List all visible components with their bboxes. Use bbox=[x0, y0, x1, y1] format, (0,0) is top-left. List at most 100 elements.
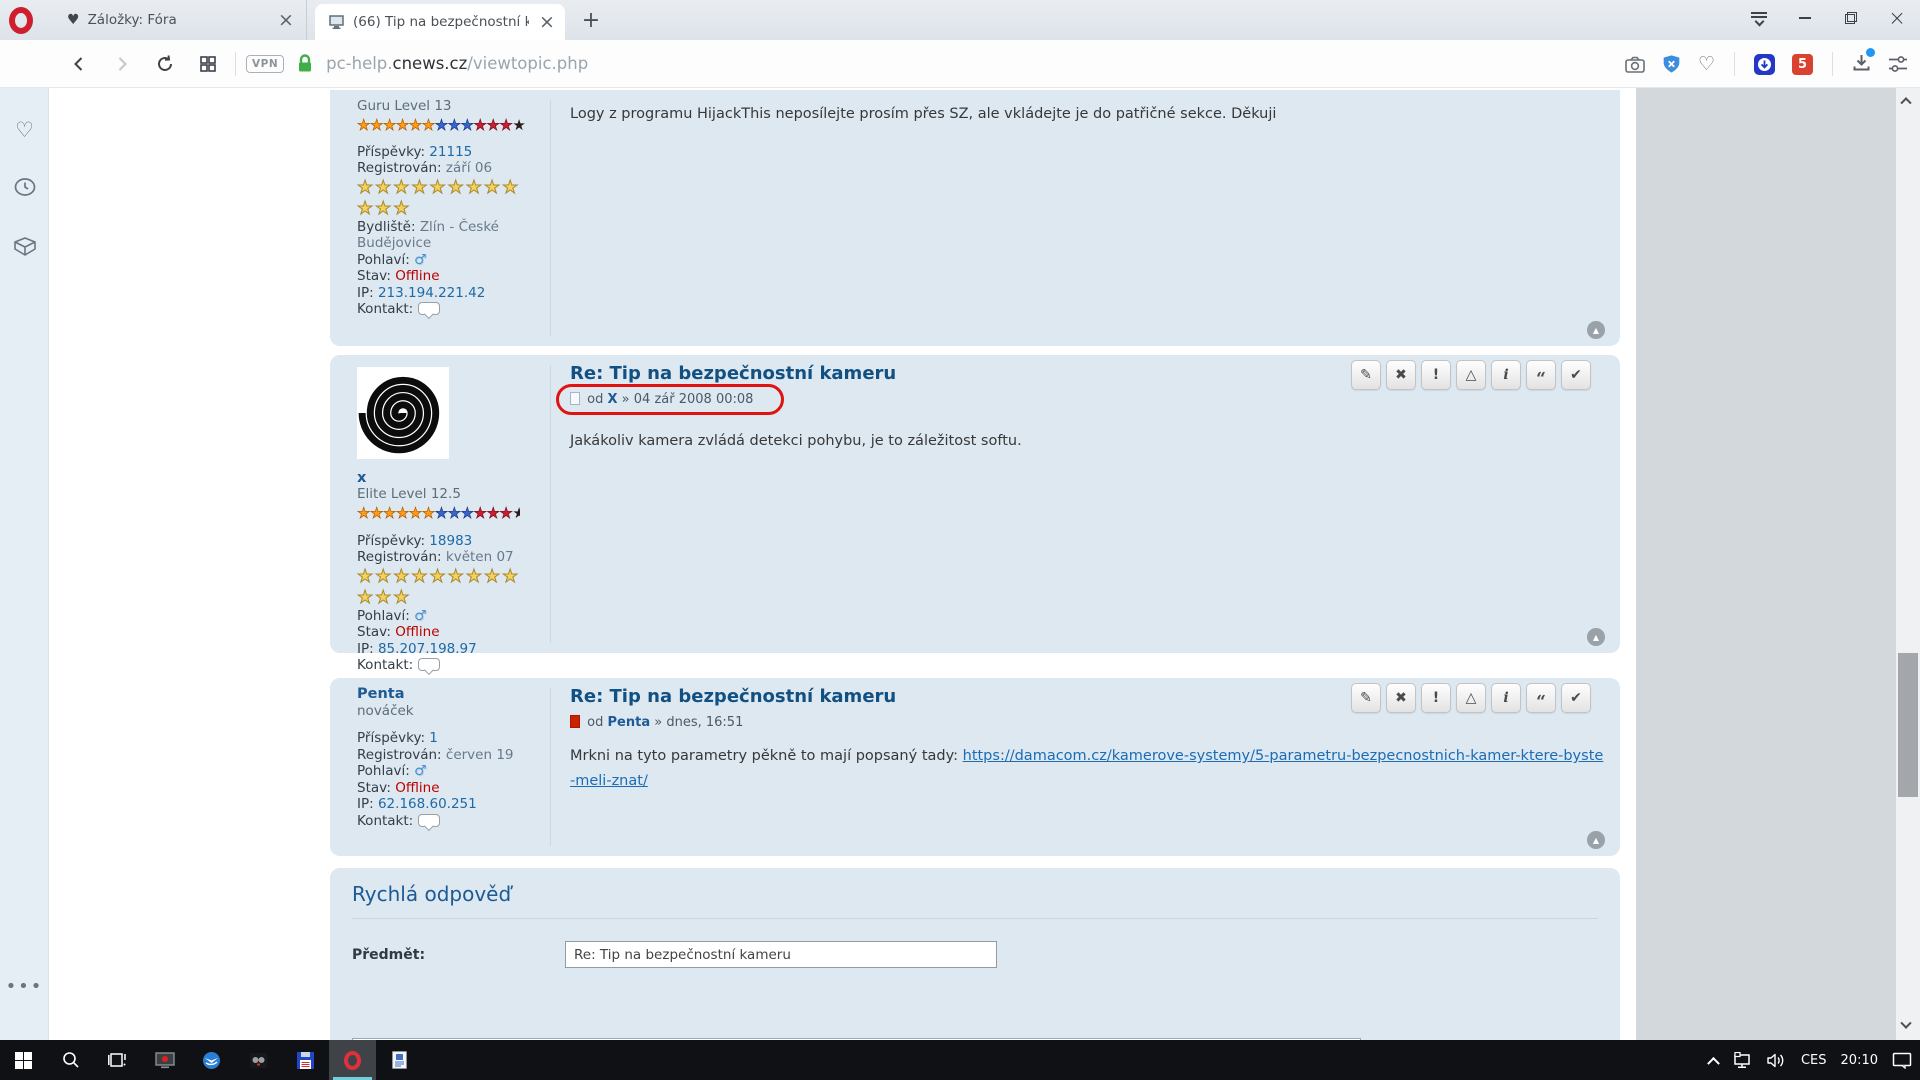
edit-post-button[interactable]: ✎ bbox=[1351, 683, 1381, 713]
pm-bubble-icon[interactable] bbox=[418, 658, 440, 671]
new-tab-button[interactable]: + bbox=[578, 8, 604, 33]
dark-utility-app-button[interactable] bbox=[235, 1040, 282, 1080]
close-window-button[interactable]: × bbox=[1874, 0, 1920, 36]
snapshot-camera-icon[interactable] bbox=[1625, 56, 1645, 73]
post-author-panel: Penta nováček Příspěvky: 1 Registrován: … bbox=[330, 678, 550, 829]
forward-button[interactable] bbox=[105, 47, 139, 81]
author-rank: nováček bbox=[357, 703, 550, 720]
clock[interactable]: 20:10 bbox=[1841, 1053, 1878, 1068]
spiral-avatar[interactable] bbox=[357, 367, 449, 459]
ip-link[interactable]: 85.207.198.97 bbox=[378, 641, 477, 657]
action-center-icon[interactable] bbox=[1892, 1052, 1912, 1069]
reload-button[interactable] bbox=[148, 47, 182, 81]
hidden-icons-chevron-icon[interactable] bbox=[1707, 1056, 1720, 1069]
sidebar-more-dots-icon[interactable]: ••• bbox=[0, 976, 49, 997]
minimize-icon bbox=[1799, 17, 1811, 19]
shield-extension-icon[interactable] bbox=[1662, 54, 1681, 74]
tab-bookmarks[interactable]: ♥ Záložky: Fóra × bbox=[45, 0, 307, 40]
registration-stars: ★★★ bbox=[357, 587, 550, 608]
post-author-panel: Guru Level 13 ★★★★★★★★★★★★★ Příspěvky: 2… bbox=[330, 90, 550, 318]
easy-setup-tune-icon[interactable] bbox=[1888, 55, 1908, 73]
download-extension-icon[interactable] bbox=[1754, 54, 1775, 75]
language-indicator[interactable]: CES bbox=[1801, 1053, 1827, 1068]
post-info-button[interactable]: i bbox=[1491, 360, 1521, 390]
post-info-button[interactable]: i bbox=[1491, 683, 1521, 713]
restore-button[interactable] bbox=[1828, 0, 1874, 36]
scroll-up-arrow[interactable] bbox=[1902, 96, 1912, 106]
posts-count-link[interactable]: 1 bbox=[429, 730, 438, 746]
browser-window: ♥ Záložky: Fóra × (66) Tip na bezpečnost… bbox=[0, 0, 1920, 1080]
back-to-top-button[interactable]: ▲ bbox=[1587, 321, 1605, 339]
warn-user-button[interactable]: △ bbox=[1456, 360, 1486, 390]
search-button[interactable] bbox=[47, 1040, 94, 1080]
floppy-disk-icon bbox=[297, 1052, 314, 1069]
scrollbar-thumb[interactable] bbox=[1898, 653, 1918, 797]
secure-lock-icon[interactable] bbox=[296, 54, 314, 73]
notes-app-button[interactable] bbox=[376, 1040, 423, 1080]
back-to-top-button[interactable]: ▲ bbox=[1587, 831, 1605, 849]
windows-logo-icon bbox=[15, 1052, 32, 1069]
post-meta: od X » 04 zář 2008 00:08 bbox=[570, 392, 753, 407]
extensions-box-icon[interactable] bbox=[0, 236, 49, 262]
tab-close-icon[interactable]: × bbox=[537, 11, 557, 33]
html5-extension-icon[interactable]: 5 bbox=[1792, 54, 1813, 75]
author-username-link[interactable]: Penta bbox=[357, 686, 550, 703]
post-page-icon[interactable] bbox=[570, 392, 580, 405]
new-post-page-icon[interactable] bbox=[570, 715, 580, 728]
gender-row: Pohlaví: ♂ bbox=[357, 252, 550, 269]
document-app-icon bbox=[392, 1051, 407, 1069]
opera-taskbar-button[interactable] bbox=[329, 1040, 376, 1080]
vpn-badge[interactable]: VPN bbox=[246, 55, 284, 73]
heart-favicon-icon: ♥ bbox=[67, 12, 80, 28]
edit-post-button[interactable]: ✎ bbox=[1351, 360, 1381, 390]
minimize-button[interactable] bbox=[1782, 0, 1828, 36]
ip-link[interactable]: 62.168.60.251 bbox=[378, 796, 477, 812]
author-username-link[interactable]: x bbox=[357, 470, 550, 487]
bookmarks-heart-icon[interactable]: ♡ bbox=[0, 118, 49, 142]
pm-bubble-icon[interactable] bbox=[418, 814, 440, 827]
report-post-button[interactable]: ! bbox=[1421, 360, 1451, 390]
save-tool-app-button[interactable] bbox=[282, 1040, 329, 1080]
scroll-down-arrow[interactable] bbox=[1902, 1022, 1912, 1032]
task-view-button[interactable] bbox=[94, 1040, 141, 1080]
back-to-top-button[interactable]: ▲ bbox=[1587, 628, 1605, 646]
subject-input[interactable] bbox=[565, 941, 997, 968]
contact-row: Kontakt: bbox=[357, 657, 550, 674]
delete-post-button[interactable]: ✖ bbox=[1386, 360, 1416, 390]
warn-user-button[interactable]: △ bbox=[1456, 683, 1486, 713]
meta-author-link[interactable]: Penta bbox=[608, 715, 651, 730]
start-button[interactable] bbox=[0, 1040, 47, 1080]
pm-bubble-icon[interactable] bbox=[418, 302, 440, 315]
page-scrollbar[interactable] bbox=[1896, 88, 1920, 1040]
ip-row: IP: 85.207.198.97 bbox=[357, 641, 550, 658]
approve-post-button[interactable]: ✔ bbox=[1561, 683, 1591, 713]
thunderbird-app-button[interactable] bbox=[188, 1040, 235, 1080]
speed-dial-button[interactable] bbox=[191, 47, 225, 81]
approve-post-button[interactable]: ✔ bbox=[1561, 360, 1591, 390]
posts-count-link[interactable]: 21115 bbox=[429, 144, 472, 160]
quote-post-button[interactable]: “ bbox=[1526, 360, 1556, 390]
posts-count-link[interactable]: 18983 bbox=[429, 533, 472, 549]
delete-post-button[interactable]: ✖ bbox=[1386, 683, 1416, 713]
address-url[interactable]: pc-help.cnews.cz/viewtopic.php bbox=[326, 54, 588, 73]
status-offline: Offline bbox=[395, 268, 439, 284]
meta-author-link[interactable]: X bbox=[608, 392, 618, 407]
status-row: Stav: Offline bbox=[357, 268, 550, 285]
volume-icon[interactable] bbox=[1766, 1052, 1787, 1069]
quote-post-button[interactable]: “ bbox=[1526, 683, 1556, 713]
bookmark-heart-icon[interactable]: ♡ bbox=[1698, 53, 1715, 75]
network-icon[interactable] bbox=[1732, 1052, 1752, 1069]
history-clock-icon[interactable] bbox=[0, 176, 49, 202]
tab-menu-button[interactable] bbox=[1736, 0, 1782, 36]
tab-close-icon[interactable]: × bbox=[276, 9, 296, 31]
ip-link[interactable]: 213.194.221.42 bbox=[378, 285, 485, 301]
downloads-button[interactable] bbox=[1852, 53, 1871, 76]
report-post-button[interactable]: ! bbox=[1421, 683, 1451, 713]
registration-stars: ★★★★★★★★★ bbox=[357, 566, 550, 587]
rank-stars: ★★★★★★★★★★★★★ bbox=[357, 115, 550, 135]
gender-row: Pohlaví: ♂ bbox=[357, 608, 550, 625]
opera-logo-icon[interactable] bbox=[9, 7, 33, 34]
back-button[interactable] bbox=[62, 47, 96, 81]
tab-topic-active[interactable]: (66) Tip na bezpečnostní ka × bbox=[315, 4, 565, 40]
screen-recorder-app-button[interactable] bbox=[141, 1040, 188, 1080]
